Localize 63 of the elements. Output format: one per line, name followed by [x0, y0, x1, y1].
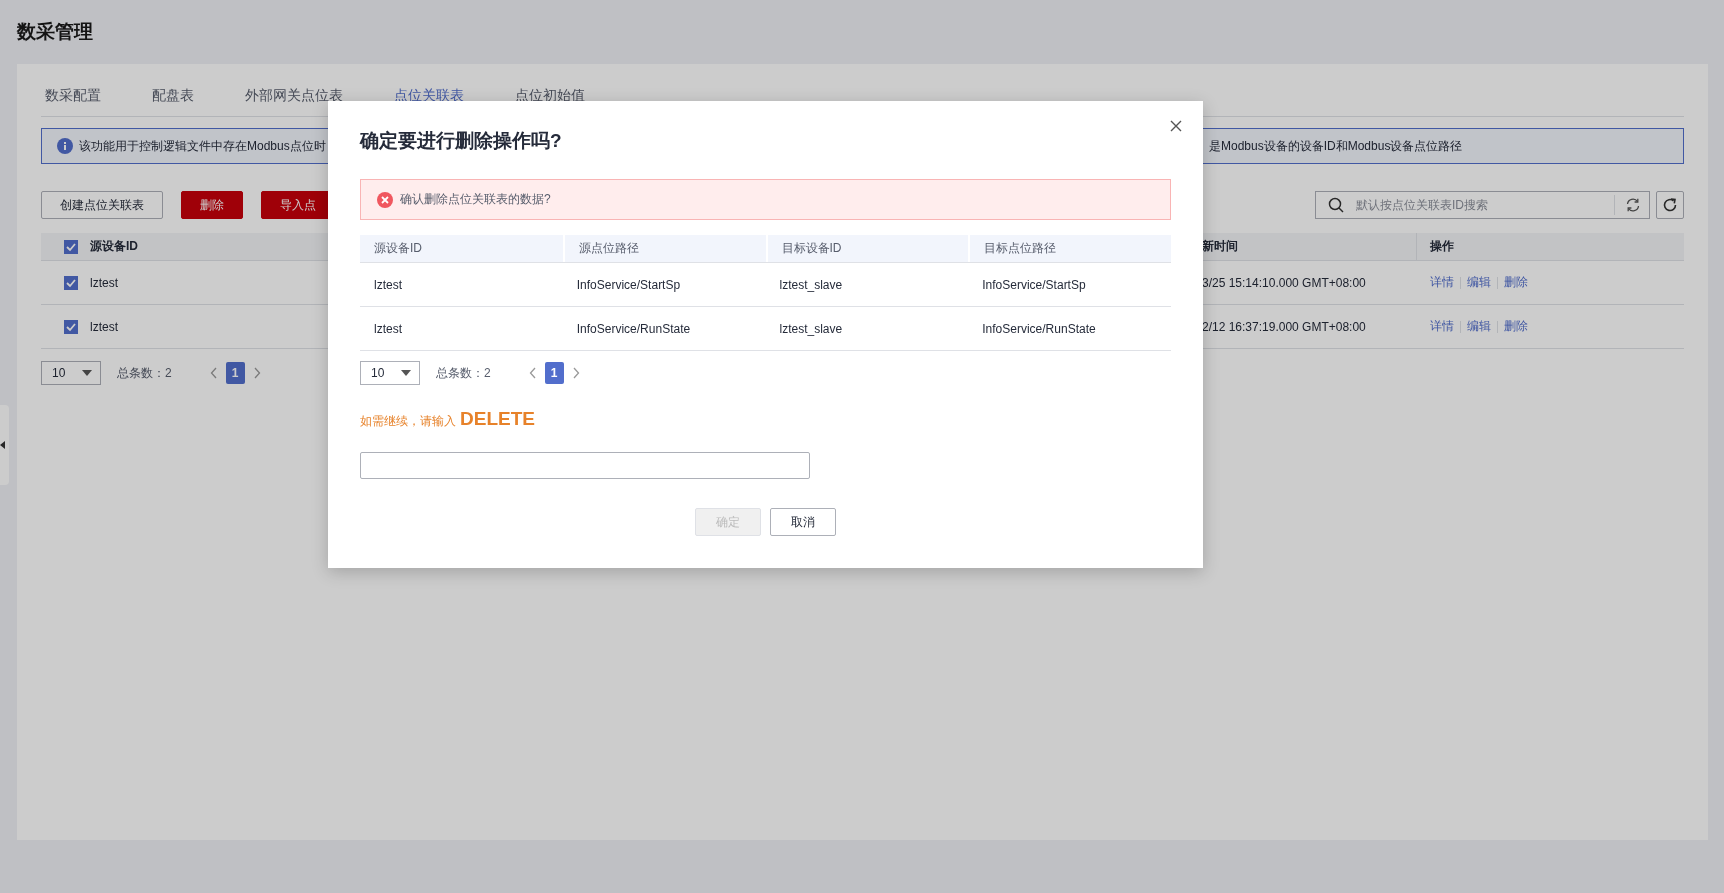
table-cell: InfoService/StartSp — [576, 277, 681, 292]
input-field[interactable] — [360, 452, 810, 479]
search-icon — [1328, 197, 1344, 213]
info-text: 是Modbus设备的设备ID和Modbus设备点位路径 — [1209, 137, 1464, 155]
page-size-select[interactable]: 10 — [41, 361, 101, 385]
page-button[interactable]: 1 — [544, 362, 564, 384]
action-link[interactable]: 编辑 — [1467, 274, 1491, 291]
column-header: 目标设备ID — [781, 240, 842, 257]
table-cell: InfoService/RunState — [576, 321, 691, 336]
page-title: 数采管理 — [17, 20, 94, 44]
table-cell: 2/12 16:37:19.000 GMT+08:00 — [1202, 319, 1366, 334]
checkbox[interactable] — [63, 239, 78, 254]
column-header: 源设备ID — [374, 240, 422, 257]
table-cell: InfoService/StartSp — [982, 277, 1086, 292]
refresh-icon — [1662, 197, 1678, 213]
total-count: 总条数：2 — [117, 364, 172, 382]
table-cell: InfoService/RunState — [982, 321, 1096, 336]
caret-icon — [401, 370, 411, 376]
table-cell: lztest — [90, 275, 118, 290]
next-page-icon[interactable] — [571, 367, 580, 379]
error-icon — [377, 191, 393, 208]
table-cell: lztest — [374, 277, 402, 292]
checkbox[interactable] — [63, 275, 78, 290]
search-field[interactable]: 默认按点位关联表ID搜索 — [1315, 191, 1650, 219]
sidebar-handle[interactable] — [0, 405, 9, 485]
action-link[interactable]: 详情 — [1430, 274, 1454, 291]
page-button[interactable]: 1 — [225, 362, 245, 384]
refresh-button[interactable] — [1656, 191, 1684, 219]
table-cell: lztest — [374, 321, 402, 336]
action-link[interactable]: 编辑 — [1467, 318, 1491, 335]
action-link[interactable]: 详情 — [1430, 318, 1454, 335]
prompt-text: 如需继续，请输入 — [360, 413, 456, 430]
info-icon — [57, 138, 73, 154]
alert-text: 确认删除点位关联表的数据? — [400, 191, 551, 208]
dialog-button[interactable]: 取消 — [770, 508, 836, 536]
checkbox[interactable] — [63, 319, 78, 334]
tab[interactable]: 数采配置 — [45, 87, 101, 116]
column-header: 新时间 — [1202, 238, 1238, 255]
close-icon[interactable] — [1170, 120, 1182, 132]
confirm-keyword: DELETE — [460, 408, 535, 430]
toolbar-button[interactable]: 删除 — [181, 191, 243, 219]
collapse-icon — [0, 441, 6, 449]
table-cell: lztest_slave — [779, 277, 843, 292]
column-header: 源设备ID — [90, 238, 138, 255]
tab[interactable]: 配盘表 — [152, 87, 194, 116]
table-cell: lztest — [90, 319, 118, 334]
action-link[interactable]: 删除 — [1504, 318, 1528, 335]
next-page-icon[interactable] — [252, 367, 261, 379]
total-count: 总条数：2 — [436, 364, 491, 382]
action-link[interactable]: 删除 — [1504, 274, 1528, 291]
column-header: 目标点位路径 — [984, 240, 1057, 257]
dialog-title: 确定要进行删除操作吗? — [360, 129, 563, 153]
previous-page-icon[interactable] — [528, 367, 537, 379]
caret-icon — [82, 370, 92, 376]
toolbar-button[interactable]: 创建点位关联表 — [41, 191, 163, 219]
table-cell: 3/25 15:14:10.000 GMT+08:00 — [1202, 275, 1366, 290]
sync-icon[interactable] — [1625, 197, 1641, 213]
column-header: 操作 — [1430, 238, 1454, 255]
table-cell: lztest_slave — [779, 321, 843, 336]
previous-page-icon[interactable] — [209, 367, 218, 379]
column-header: 源点位路径 — [578, 240, 639, 257]
page-size-select[interactable]: 10 — [360, 361, 420, 385]
info-text: 该功能用于控制逻辑文件中存在Modbus点位时 — [79, 137, 326, 155]
